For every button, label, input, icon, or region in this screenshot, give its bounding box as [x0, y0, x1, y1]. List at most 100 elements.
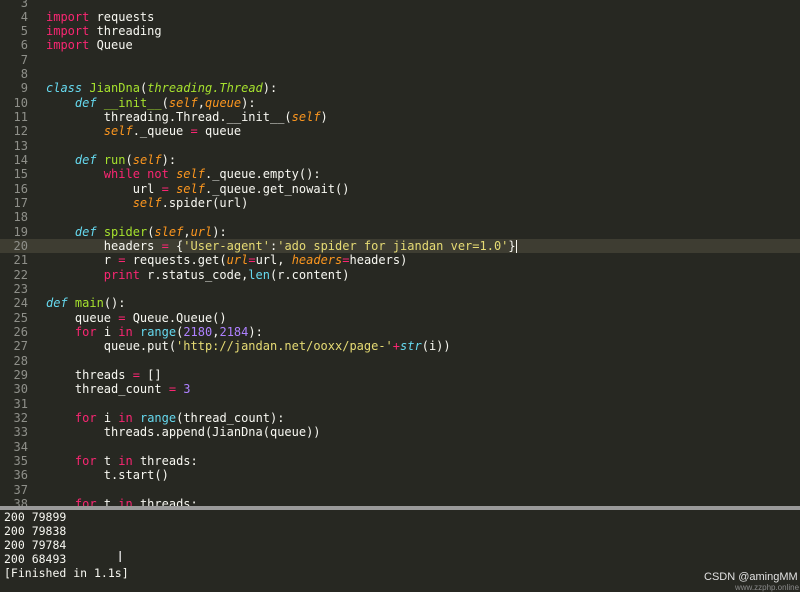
code-text: class JianDna(threading.Thread): [46, 81, 277, 95]
code-line[interactable]: 24 def main(): [0, 296, 800, 310]
line-number: 22 [13, 267, 28, 282]
code-line[interactable]: 6 import Queue [0, 38, 800, 52]
code-text: import Queue [46, 38, 133, 52]
code-token: threads.append(JianDna(queue)) [46, 425, 321, 440]
code-line[interactable]: 23 [0, 282, 800, 296]
code-editor[interactable]: 3 4 import requests 5 import threading 6 impor… [0, 0, 800, 506]
code-line[interactable]: 33 threads.append(JianDna(queue)) [0, 425, 800, 439]
line-number: 18 [13, 210, 28, 225]
code-token: ._queue.get_nowait() [204, 181, 350, 196]
code-token: , [197, 95, 205, 110]
code-token: in [118, 497, 133, 506]
code-token: main [74, 296, 104, 311]
code-line[interactable]: 5 import threading [0, 24, 800, 38]
code-line[interactable]: 18 [0, 210, 800, 224]
code-line[interactable]: 31 [0, 397, 800, 411]
code-line[interactable]: 11 threading.Thread.__init__(self) [0, 110, 800, 124]
output-line: 200 79784 [4, 538, 67, 552]
code-line[interactable]: 16 url = self._queue.get_nowait() [0, 182, 800, 196]
code-line[interactable]: 12 self._queue = queue [0, 124, 800, 138]
code-token: t [96, 454, 119, 469]
code-text: while not self._queue.empty(): [46, 167, 321, 181]
output-line: 200 79838 [4, 524, 67, 538]
code-line[interactable]: 38 for t in threads: [0, 497, 800, 506]
line-number: 32 [13, 411, 28, 426]
code-line[interactable]: 32 for i in range(thread_count): [0, 411, 800, 425]
line-number: 6 [20, 38, 28, 53]
code-token: url [226, 253, 249, 268]
code-line[interactable]: 8 [0, 67, 800, 81]
line-number: 30 [13, 382, 28, 397]
code-token: (r.content) [269, 267, 350, 282]
code-line[interactable]: 4 import requests [0, 10, 800, 24]
code-token: def [74, 95, 97, 110]
line-number: 28 [13, 353, 28, 368]
code-token: run [103, 153, 126, 168]
code-token: queue [46, 310, 119, 325]
code-text: for i in range(thread_count): [46, 411, 285, 425]
code-text: for t in threads: [46, 454, 198, 468]
code-token: 'ado spider for jiandan ver=1.0' [277, 239, 509, 254]
code-token: ) [320, 110, 328, 125]
code-token: r [46, 253, 119, 268]
code-line[interactable]: 30 thread_count = 3 [0, 382, 800, 396]
line-number: 26 [13, 325, 28, 340]
output-line: 200 68493 [4, 552, 67, 566]
line-number: 17 [13, 196, 28, 211]
line-number: 34 [13, 439, 28, 454]
code-text: queue = Queue.Queue() [46, 311, 227, 325]
caret [515, 240, 517, 254]
line-number: 19 [13, 224, 28, 239]
code-token: self [168, 95, 198, 110]
code-line[interactable]: 15 while not self._queue.empty(): [0, 167, 800, 181]
code-token: threads: [132, 497, 198, 506]
code-line[interactable]: 7 [0, 53, 800, 67]
code-token: range [139, 325, 177, 340]
code-line[interactable]: 36 t.start() [0, 468, 800, 482]
code-line[interactable]: 19 def spider(slef,url): [0, 225, 800, 239]
code-line[interactable]: 3 [0, 0, 800, 10]
code-line[interactable]: 25 queue = Queue.Queue() [0, 311, 800, 325]
code-token: threading.Thread.__init__( [46, 110, 292, 125]
code-line[interactable]: 37 [0, 483, 800, 497]
code-text: url = self._queue.get_nowait() [46, 181, 350, 196]
code-line[interactable]: 22 print r.status_code,len(r.content) [0, 268, 800, 282]
code-token: 2180 [183, 325, 213, 340]
code-line[interactable]: 29 threads = [] [0, 368, 800, 382]
code-line[interactable]: 21 r = requests.get(url=url, headers=hea… [0, 253, 800, 267]
code-line[interactable]: 28 [0, 354, 800, 368]
code-token: [] [139, 368, 162, 383]
code-line[interactable]: 27 queue.put('http://jandan.net/ooxx/pag… [0, 339, 800, 353]
code-token: len [248, 267, 270, 282]
code-token: import [46, 38, 90, 53]
code-token: self [291, 110, 321, 125]
line-number: 8 [20, 67, 28, 82]
code-line[interactable]: 13 [0, 139, 800, 153]
code-line[interactable]: 26 for i in range(2180,2184): [0, 325, 800, 339]
line-number: 15 [13, 167, 28, 182]
code-token: requests [89, 9, 155, 24]
code-line[interactable]: 10 def __init__(self,queue): [0, 96, 800, 110]
code-text: for i in range(2180,2184): [46, 325, 263, 339]
code-token: t.start() [46, 468, 169, 483]
code-token: for [74, 325, 97, 340]
line-number: 29 [13, 368, 28, 383]
code-text: self._queue = queue [46, 124, 241, 138]
code-token: queue [205, 95, 242, 110]
code-line[interactable]: 17 self.spider(url) [0, 196, 800, 210]
code-text: def run(self): [46, 153, 176, 167]
code-line[interactable]: 35 for t in threads: [0, 454, 800, 468]
code-line[interactable]: 34 [0, 440, 800, 454]
code-line[interactable]: 9 class JianDna(threading.Thread): [0, 81, 800, 95]
code-text: threads.append(JianDna(queue)) [46, 425, 321, 439]
code-line[interactable]: 14 def run(self): [0, 153, 800, 167]
code-line[interactable]: 20 headers = {'User-agent':'ado spider f… [0, 239, 800, 254]
code-token: requests.get( [125, 253, 227, 268]
